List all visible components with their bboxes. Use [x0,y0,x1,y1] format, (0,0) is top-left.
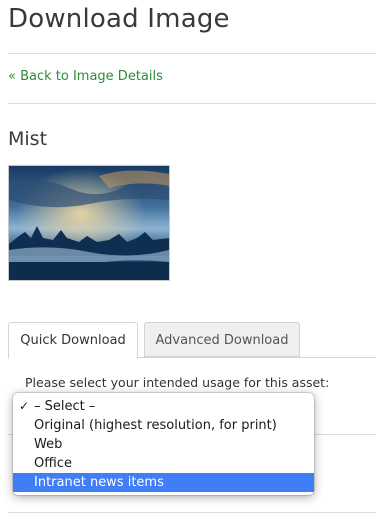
tab-advanced-download[interactable]: Advanced Download [144,322,300,357]
tab-quick-download[interactable]: Quick Download [8,322,138,359]
usage-option-original[interactable]: Original (highest resolution, for print) [13,416,314,435]
divider-back [8,103,376,104]
usage-select-menu[interactable]: ✓ – Select – Original (highest resolutio… [13,393,314,495]
usage-option-select[interactable]: ✓ – Select – [13,397,314,416]
usage-option-office[interactable]: Office [13,454,314,473]
usage-option-web[interactable]: Web [13,435,314,454]
download-tabs: Quick Download Advanced Download [8,322,376,359]
page-title: Download Image [8,4,230,34]
usage-prompt: Please select your intended usage for th… [25,375,330,390]
image-thumbnail[interactable] [8,165,170,281]
image-title: Mist [8,128,48,150]
option-label: Web [34,437,63,452]
divider-top [8,53,376,54]
option-label: Intranet news items [34,475,164,490]
option-label: Office [34,456,72,471]
option-label: – Select – [34,399,96,414]
back-to-image-details-link[interactable]: « Back to Image Details [8,69,163,84]
landscape-thumbnail-image [9,166,169,280]
divider-bottom [8,512,376,513]
option-label: Original (highest resolution, for print) [34,418,277,433]
checkmark-icon: ✓ [19,399,30,413]
usage-option-intranet-news[interactable]: Intranet news items [13,473,314,492]
